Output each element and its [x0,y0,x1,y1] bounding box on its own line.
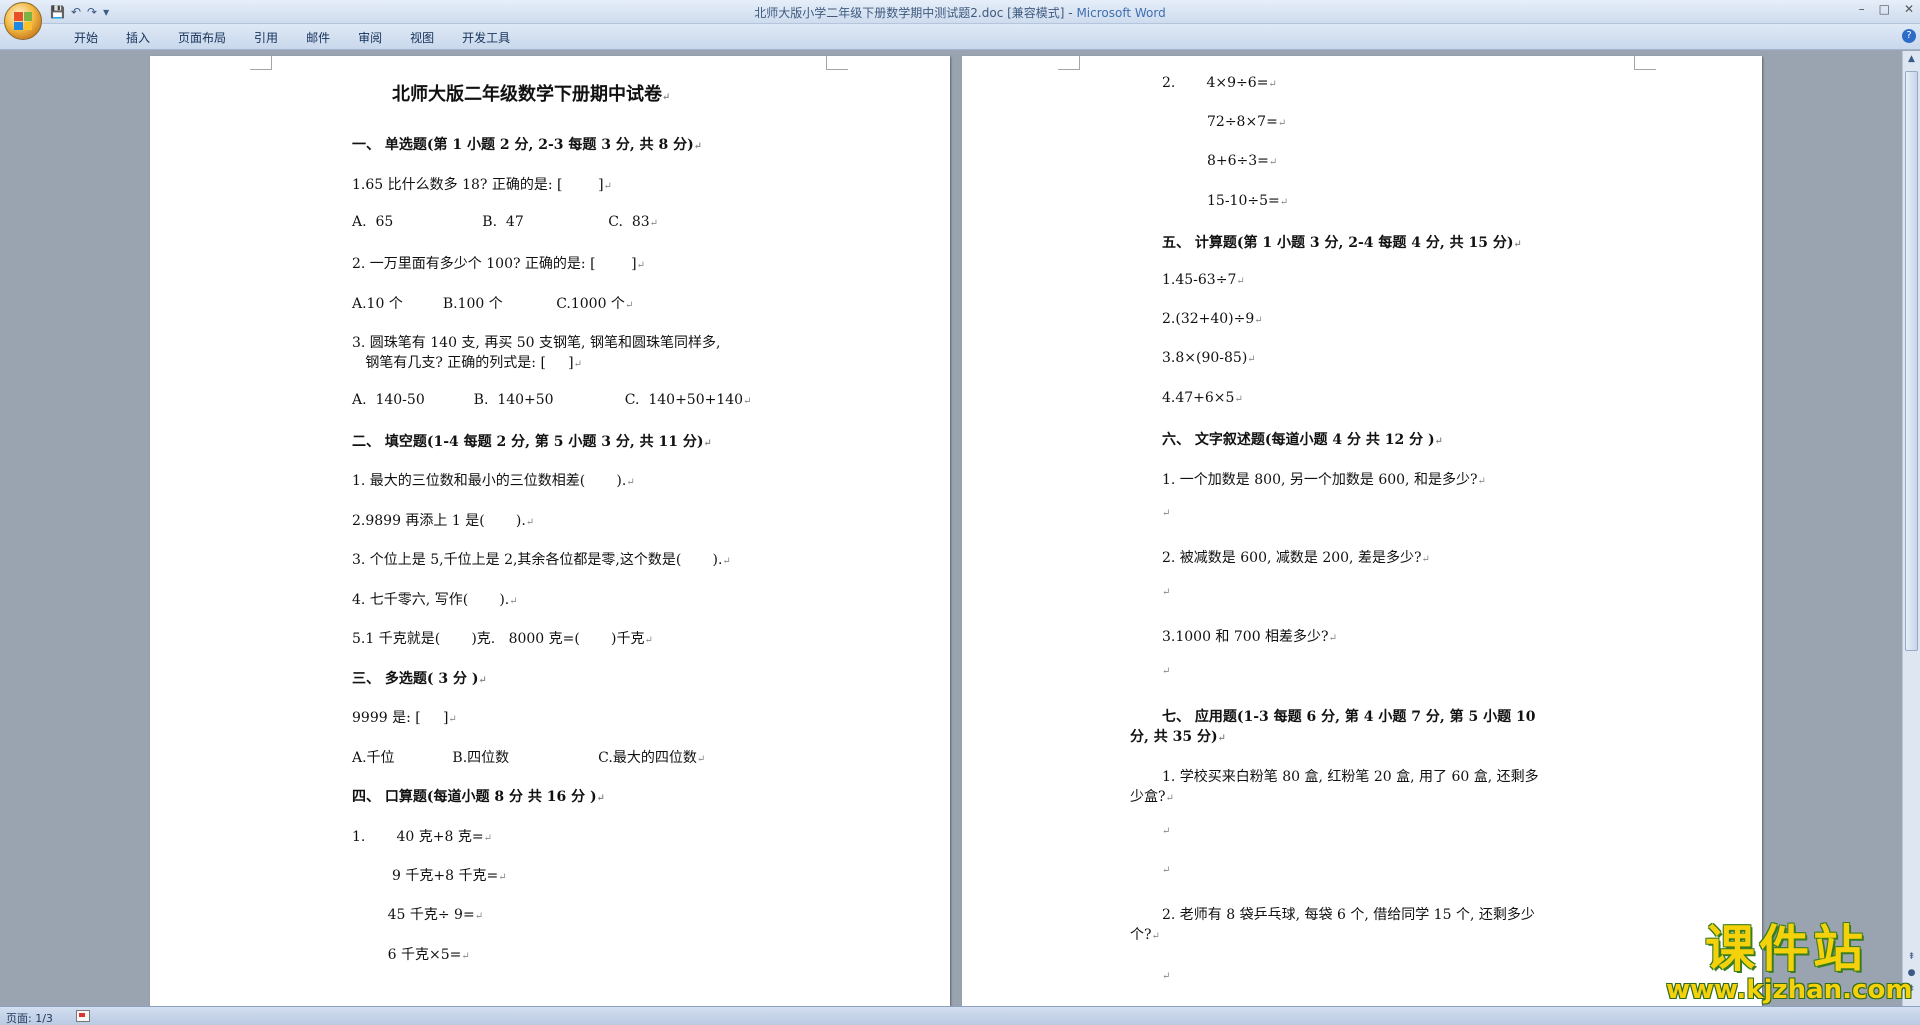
watermark-url: www.kjzhan.com [1666,975,1913,1005]
close-button[interactable]: ✕ [1904,2,1914,16]
document-area[interactable]: 北师大版二年级数学下册期中试卷↵ 一、 单选题(第 1 小题 2 分, 2-3 … [0,51,1902,1006]
question-line: 2. 老师有 8 袋乒乓球, 每袋 6 个, 借给同学 15 个, 还剩多少 [1162,907,1535,923]
option-line: A.10 个 B.100 个 C.1000 个↵ [352,296,634,312]
window-controls: – □ ✕ [1859,2,1914,16]
section-heading: 六、 文字叙述题(每道小题 4 分 共 12 分 )↵ [1162,432,1443,448]
question-line: 1. 学校买来白粉笔 80 盒, 红粉笔 20 盒, 用了 60 盒, 还剩多 [1162,769,1539,785]
question-line: 9 千克+8 千克=↵ [352,868,507,884]
empty-paragraph: ↵ [1162,826,1171,837]
office-logo-icon [14,12,32,30]
tab-references[interactable]: 引用 [240,29,292,46]
help-icon[interactable]: ? [1902,29,1916,43]
question-line: 3. 圆珠笔有 140 支, 再买 50 支钢笔, 钢笔和圆珠笔同样多, [352,335,721,351]
question-line: 6 千克×5=↵ [352,947,470,963]
crop-mark [250,56,272,70]
question-line: 2.(32+40)÷9↵ [1162,311,1263,327]
question-line: 少盒?↵ [1130,789,1174,805]
question-line: 钢笔有几支? 正确的列式是: [ ]↵ [352,355,583,371]
app-name: Microsoft Word [1076,6,1166,20]
vertical-scrollbar[interactable]: ▲ ⇞ ● ⇟ [1902,51,1920,1006]
ribbon-tabs: 开始 插入 页面布局 引用 邮件 审阅 视图 开发工具 [60,29,524,46]
question-line: 15-10÷5=↵ [1207,193,1289,209]
option-line: A. 65 B. 47 C. 83↵ [352,214,659,230]
document-page-2[interactable]: 2. 4×9÷6=↵ 72÷8×7=↵ 8+6÷3=↵ 15-10÷5=↵ 五、… [962,56,1762,1006]
crop-mark [826,56,848,70]
section-heading: 二、 填空题(1-4 每题 2 分, 第 5 小题 3 分, 共 11 分)↵ [352,434,712,450]
scroll-up-icon[interactable]: ▲ [1905,53,1918,66]
maximize-button[interactable]: □ [1879,2,1890,16]
proofing-icon[interactable] [76,1010,90,1022]
question-line: 2. 被减数是 600, 减数是 200, 差是多少?↵ [1162,550,1430,566]
question-line: 1. 40 克+8 克=↵ [352,829,492,845]
section-heading: 一、 单选题(第 1 小题 2 分, 2-3 每题 3 分, 共 8 分)↵ [352,137,703,153]
title-bar: 💾 ↶ ↷ ▾ 北师大版小学二年级下册数学期中测试题2.doc [兼容模式] -… [0,0,1920,24]
title-separator: - [1064,6,1077,20]
tab-review[interactable]: 审阅 [344,29,396,46]
question-line: 4. 七千零六, 写作( ).↵ [352,592,518,608]
question-line: 5.1 千克就是( )克. 8000 克=( )千克↵ [352,631,653,647]
empty-paragraph: ↵ [1162,508,1171,519]
crop-mark [1634,56,1656,70]
question-line: 8+6÷3=↵ [1207,153,1278,169]
question-line: 2.9899 再添上 1 是( ).↵ [352,513,535,529]
question-line: 1. 最大的三位数和最小的三位数相差( ).↵ [352,473,635,489]
section-heading: 七、 应用题(1-3 每题 6 分, 第 4 小题 7 分, 第 5 小题 10 [1162,709,1536,725]
question-line: 1. 一个加数是 800, 另一个加数是 600, 和是多少?↵ [1162,472,1486,488]
question-line: 72÷8×7=↵ [1207,114,1287,130]
question-line: 3.8×(90-85)↵ [1162,350,1256,366]
question-line: 个?↵ [1130,927,1160,943]
option-line: A. 140-50 B. 140+50 C. 140+50+140↵ [352,392,752,408]
page-count[interactable]: 页面: 1/3 [6,1010,53,1025]
question-line: 2. 4×9÷6=↵ [1162,75,1277,91]
document-page-1[interactable]: 北师大版二年级数学下册期中试卷↵ 一、 单选题(第 1 小题 2 分, 2-3 … [150,56,950,1006]
previous-page-icon[interactable]: ⇞ [1905,951,1918,964]
tab-mailings[interactable]: 邮件 [292,29,344,46]
section-heading: 五、 计算题(第 1 小题 3 分, 2-4 每题 4 分, 共 15 分)↵ [1162,235,1522,251]
question-line: 1.45-63÷7↵ [1162,272,1245,288]
watermark-title: 课件站 [1705,920,1867,978]
window-title: 北师大版小学二年级下册数学期中测试题2.doc [兼容模式] - Microso… [0,4,1920,21]
empty-paragraph: ↵ [1162,865,1171,876]
empty-paragraph: ↵ [1162,971,1171,982]
tab-insert[interactable]: 插入 [112,29,164,46]
question-line: 4.47+6×5↵ [1162,390,1243,406]
document-title: 北师大版小学二年级下册数学期中测试题2.doc [兼容模式] [754,6,1065,20]
question-line: 3. 个位上是 5,千位上是 2,其余各位都是零,这个数是( ).↵ [352,552,731,568]
scrollbar-thumb[interactable] [1905,71,1918,651]
tab-view[interactable]: 视图 [396,29,448,46]
question-line: 45 千克÷ 9=↵ [352,907,484,923]
watermark-logo: 课件站 www.kjzhan.com [1666,920,1913,1005]
minimize-button[interactable]: – [1859,2,1865,16]
status-bar: 页面: 1/3 [0,1006,1920,1025]
tab-page-layout[interactable]: 页面布局 [164,29,240,46]
empty-paragraph: ↵ [1162,666,1171,677]
ribbon: 开始 插入 页面布局 引用 邮件 审阅 视图 开发工具 ? [0,24,1920,50]
empty-paragraph: ↵ [1162,587,1171,598]
tab-home[interactable]: 开始 [60,29,112,46]
crop-mark [1058,56,1080,70]
question-line: 9999 是: [ ]↵ [352,710,457,726]
tab-developer[interactable]: 开发工具 [448,29,524,46]
section-heading: 分, 共 35 分)↵ [1130,729,1226,745]
question-line: 1.65 比什么数多 18? 正确的是: [ ]↵ [352,177,612,193]
office-button[interactable] [4,2,42,40]
section-heading: 三、 多选题( 3 分 )↵ [352,671,487,687]
question-line: 3.1000 和 700 相差多少?↵ [1162,629,1337,645]
question-line: 2. 一万里面有多少个 100? 正确的是: [ ]↵ [352,256,646,272]
option-line: A.千位 B.四位数 C.最大的四位数↵ [352,750,706,766]
document-title-heading: 北师大版二年级数学下册期中试卷↵ [392,84,671,105]
section-heading: 四、 口算题(每道小题 8 分 共 16 分 )↵ [352,789,605,805]
